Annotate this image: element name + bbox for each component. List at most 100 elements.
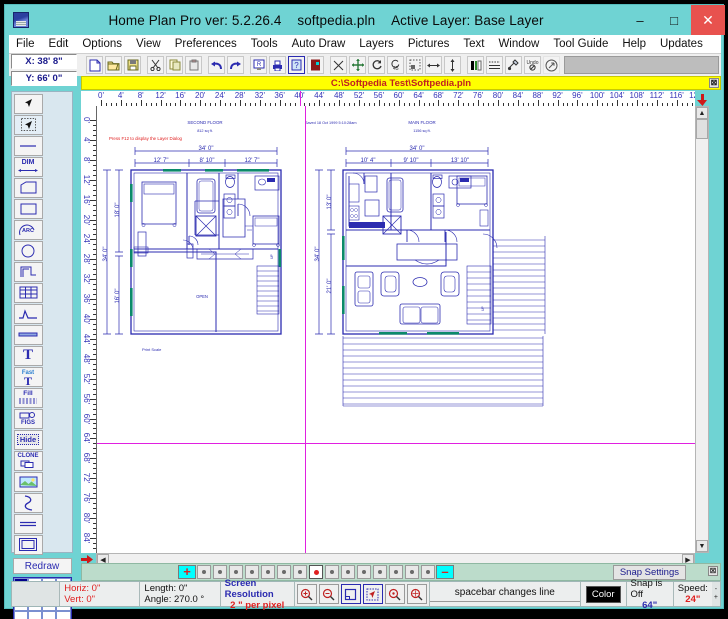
help-question-icon[interactable]: ? — [288, 56, 305, 74]
open-folder-icon[interactable] — [105, 56, 122, 74]
measure-icon[interactable] — [505, 56, 522, 74]
hide-tool[interactable]: Hide — [14, 430, 43, 450]
zoom-in-icon[interactable] — [297, 584, 317, 604]
menu-item-text[interactable]: Text — [456, 37, 491, 51]
zoom-window-icon[interactable] — [341, 584, 361, 604]
picture-tool[interactable] — [14, 472, 43, 492]
snap-level-button[interactable] — [197, 565, 211, 579]
snap-level-button[interactable] — [357, 565, 371, 579]
vertical-ruler[interactable]: 0'4'8'12'16'20'24'28'32'36'40'44'48'52'5… — [81, 106, 96, 553]
select-area-icon[interactable] — [406, 56, 423, 74]
menu-item-file[interactable]: File — [9, 37, 42, 51]
zoom-pan-icon[interactable] — [407, 584, 427, 604]
snap-level-button[interactable] — [293, 565, 307, 579]
color-swatch[interactable] — [14, 611, 28, 619]
zoom-select-icon[interactable] — [363, 584, 383, 604]
speed-stepper-down[interactable]: + — [714, 594, 718, 602]
figures-tool[interactable]: FIGS — [14, 409, 43, 429]
snap-level-button[interactable] — [421, 565, 435, 579]
select-marquee-tool[interactable] — [14, 115, 43, 135]
double-line-tool[interactable] — [14, 514, 43, 534]
line-width-icon[interactable] — [467, 56, 484, 74]
snap-decrease-button[interactable]: – — [436, 565, 454, 579]
rotate-icon[interactable] — [368, 56, 385, 74]
menu-item-pictures[interactable]: Pictures — [401, 37, 457, 51]
snap-increase-button[interactable]: + — [178, 565, 196, 579]
paste-icon[interactable] — [185, 56, 202, 74]
printer-icon[interactable] — [269, 56, 286, 74]
dimension-tool[interactable]: DIM — [14, 157, 43, 177]
line-tool[interactable] — [14, 136, 43, 156]
menu-item-layers[interactable]: Layers — [352, 37, 401, 51]
monitor-icon[interactable]: R — [250, 56, 267, 74]
beam-tool[interactable] — [14, 325, 43, 345]
color-swatch[interactable] — [28, 611, 42, 619]
menu-item-tools[interactable]: Tools — [244, 37, 285, 51]
cut-scissors-icon[interactable] — [147, 56, 164, 74]
menu-item-help[interactable]: Help — [615, 37, 653, 51]
close-button[interactable]: ✕ — [691, 5, 725, 35]
menu-item-tool-guide[interactable]: Tool Guide — [546, 37, 615, 51]
menu-item-updates[interactable]: Updates — [653, 37, 710, 51]
maximize-button[interactable]: □ — [657, 5, 691, 35]
menu-item-edit[interactable]: Edit — [42, 37, 76, 51]
new-file-icon[interactable] — [86, 56, 103, 74]
wall-tool[interactable] — [14, 262, 43, 282]
y-coordinate-field[interactable]: Y: 66' 0" — [11, 71, 77, 86]
circle-tool[interactable] — [14, 241, 43, 261]
menu-item-window[interactable]: Window — [491, 37, 546, 51]
arc-tool[interactable]: ARC — [14, 220, 43, 240]
vertical-resize-icon[interactable] — [444, 56, 461, 74]
path-bar-close-icon[interactable]: ⊠ — [709, 78, 719, 88]
snap-level-button[interactable] — [389, 565, 403, 579]
snap-bar-close-icon[interactable]: ⊠ — [708, 566, 718, 576]
roof-tool[interactable] — [14, 304, 43, 324]
door-icon[interactable] — [307, 56, 324, 74]
snap-level-button[interactable] — [309, 565, 323, 579]
delete-x-icon[interactable] — [330, 56, 347, 74]
undo-arrow-icon[interactable] — [208, 56, 225, 74]
line-style-icon[interactable] — [486, 56, 503, 74]
fast-text-tool[interactable]: Fast T — [14, 367, 43, 387]
menu-item-options[interactable]: Options — [75, 37, 129, 51]
menu-item-preferences[interactable]: Preferences — [168, 37, 244, 51]
snap-level-button[interactable] — [341, 565, 355, 579]
undo-zero-icon[interactable]: Undo — [524, 56, 541, 74]
zoom-out-icon[interactable] — [319, 584, 339, 604]
drawing-canvas[interactable]: SECOND FLOOR 812 sq ft. Press F12 to dis… — [96, 106, 695, 553]
color-button[interactable]: Color — [586, 586, 621, 603]
speed-readout[interactable]: Speed: 24" — [674, 582, 712, 606]
scroll-down-button[interactable]: ▼ — [696, 540, 708, 552]
menu-item-auto-draw[interactable]: Auto Draw — [285, 37, 353, 51]
snap-level-button[interactable] — [405, 565, 419, 579]
polygon-tool[interactable] — [14, 178, 43, 198]
color-swatch[interactable] — [42, 611, 56, 619]
select-arrow-tool[interactable] — [14, 94, 43, 114]
text-tool[interactable]: T — [14, 346, 43, 366]
redraw-button[interactable]: Redraw — [13, 558, 72, 574]
minimize-button[interactable]: – — [623, 5, 657, 35]
vertical-scroll-thumb[interactable] — [696, 119, 708, 139]
frame-tool[interactable] — [14, 535, 43, 555]
scroll-up-button[interactable]: ▲ — [696, 107, 708, 119]
rotate-45-icon[interactable]: 45 — [387, 56, 404, 74]
fill-tool[interactable]: Fill — [14, 388, 43, 408]
speed-stepper-up[interactable]: - — [714, 586, 718, 594]
copy-icon[interactable] — [166, 56, 183, 74]
speed-stepper[interactable]: - + — [712, 582, 720, 606]
circle-arrow-icon[interactable] — [543, 56, 560, 74]
color-swatch[interactable] — [56, 611, 70, 619]
menu-item-view[interactable]: View — [129, 37, 168, 51]
snap-level-button[interactable] — [373, 565, 387, 579]
snap-status-readout[interactable]: Snap is Off 64" — [627, 582, 674, 606]
rectangle-tool[interactable] — [14, 199, 43, 219]
x-coordinate-field[interactable]: X: 38' 8" — [11, 54, 77, 69]
clone-tool[interactable]: CLONE — [14, 451, 43, 471]
curve-tool[interactable] — [14, 493, 43, 513]
move-cross-icon[interactable] — [349, 56, 366, 74]
save-disk-icon[interactable] — [124, 56, 141, 74]
horizontal-ruler[interactable]: 0'4'8'12'16'20'24'28'32'36'40'44'48'52'5… — [81, 91, 695, 106]
horizontal-resize-icon[interactable] — [425, 56, 442, 74]
vertical-scrollbar[interactable]: ▲ ▼ — [695, 106, 709, 553]
scroll-top-marker-icon[interactable] — [695, 93, 709, 106]
